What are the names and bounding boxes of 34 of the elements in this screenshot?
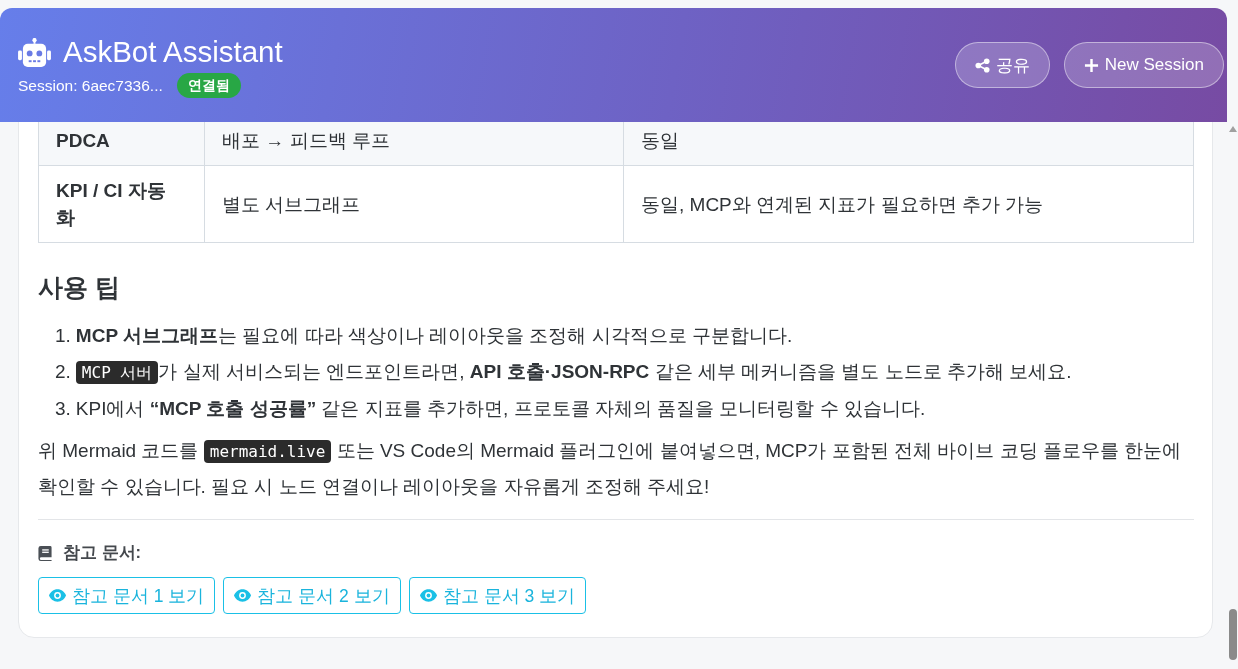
inline-code: MCP 서버: [75, 361, 159, 384]
section-heading: 사용 팁: [38, 272, 121, 303]
list-number: 3.: [55, 397, 71, 421]
reference-button[interactable]: 참고 문서 2 보기: [223, 577, 401, 614]
robot-icon: [18, 37, 51, 67]
table-cell: PDCA: [38, 122, 205, 166]
book-icon: [38, 545, 52, 561]
eye-icon: [234, 589, 252, 602]
share-button[interactable]: 공유: [954, 42, 1050, 88]
eye-icon: [49, 589, 66, 602]
table-cell: KPI / CI 자동화: [38, 165, 205, 243]
tip-text: MCP 서브그래프는 필요에 따라 색상이나 레이아웃을 조정해 시각적으로 구분합니다.: [75, 324, 793, 348]
inline-code: mermaid.live: [203, 440, 332, 463]
tip-text: MCP 서버 가 실제 서비스되는 엔드포인트라면, API 호출·JSON-RPC 같은 세부 메커니즘을 별도 노드로 추가해 보세요.: [75, 358, 1072, 387]
session-id: Session: 6aec7336...: [18, 76, 163, 95]
paragraph: 위 Mermaid 코드를 mermaid.live 또는 VS Code의 Mermaid 플러그인에 붙여넣으면, MCP가 포함된 전체 바이브 코딩 플로우를 한눈에 확인할 수 있습니다. 필요 시 노드 연결이나 레이아웃을 자유롭게 조정해 주세요!: [38, 439, 1183, 499]
app-title: AskBot Assistant: [63, 34, 283, 70]
table-cell: 배포 → 피드백 루프: [204, 122, 624, 166]
table-cell: 별도 서브그래프: [204, 165, 624, 243]
eye-icon: [419, 589, 437, 602]
status-badge: 연결됨: [176, 73, 241, 98]
scroll-up-arrow-icon[interactable]: [1228, 126, 1237, 132]
references-label: 참고 문서:: [63, 542, 142, 563]
scrollbar-thumb[interactable]: [1228, 609, 1237, 660]
share-icon: [974, 57, 990, 73]
table-cell: 동일, MCP와 연계된 지표가 필요하면 추가 가능: [623, 165, 1194, 243]
tip-text: KPI에서 “MCP 호출 성공률” 같은 지표를 추가하면, 프로토콜 자체의 품질을 모니터링할 수 있습니다.: [75, 397, 926, 421]
reference-button[interactable]: 참고 문서 1 보기: [38, 577, 216, 614]
list-number: 2.: [55, 360, 71, 384]
reference-button[interactable]: 참고 문서 3 보기: [408, 577, 586, 614]
plus-icon: [1083, 57, 1099, 73]
table-cell: 동일: [623, 122, 1194, 166]
new-session-button[interactable]: New Session: [1063, 42, 1224, 88]
list-number: 1.: [55, 324, 71, 348]
